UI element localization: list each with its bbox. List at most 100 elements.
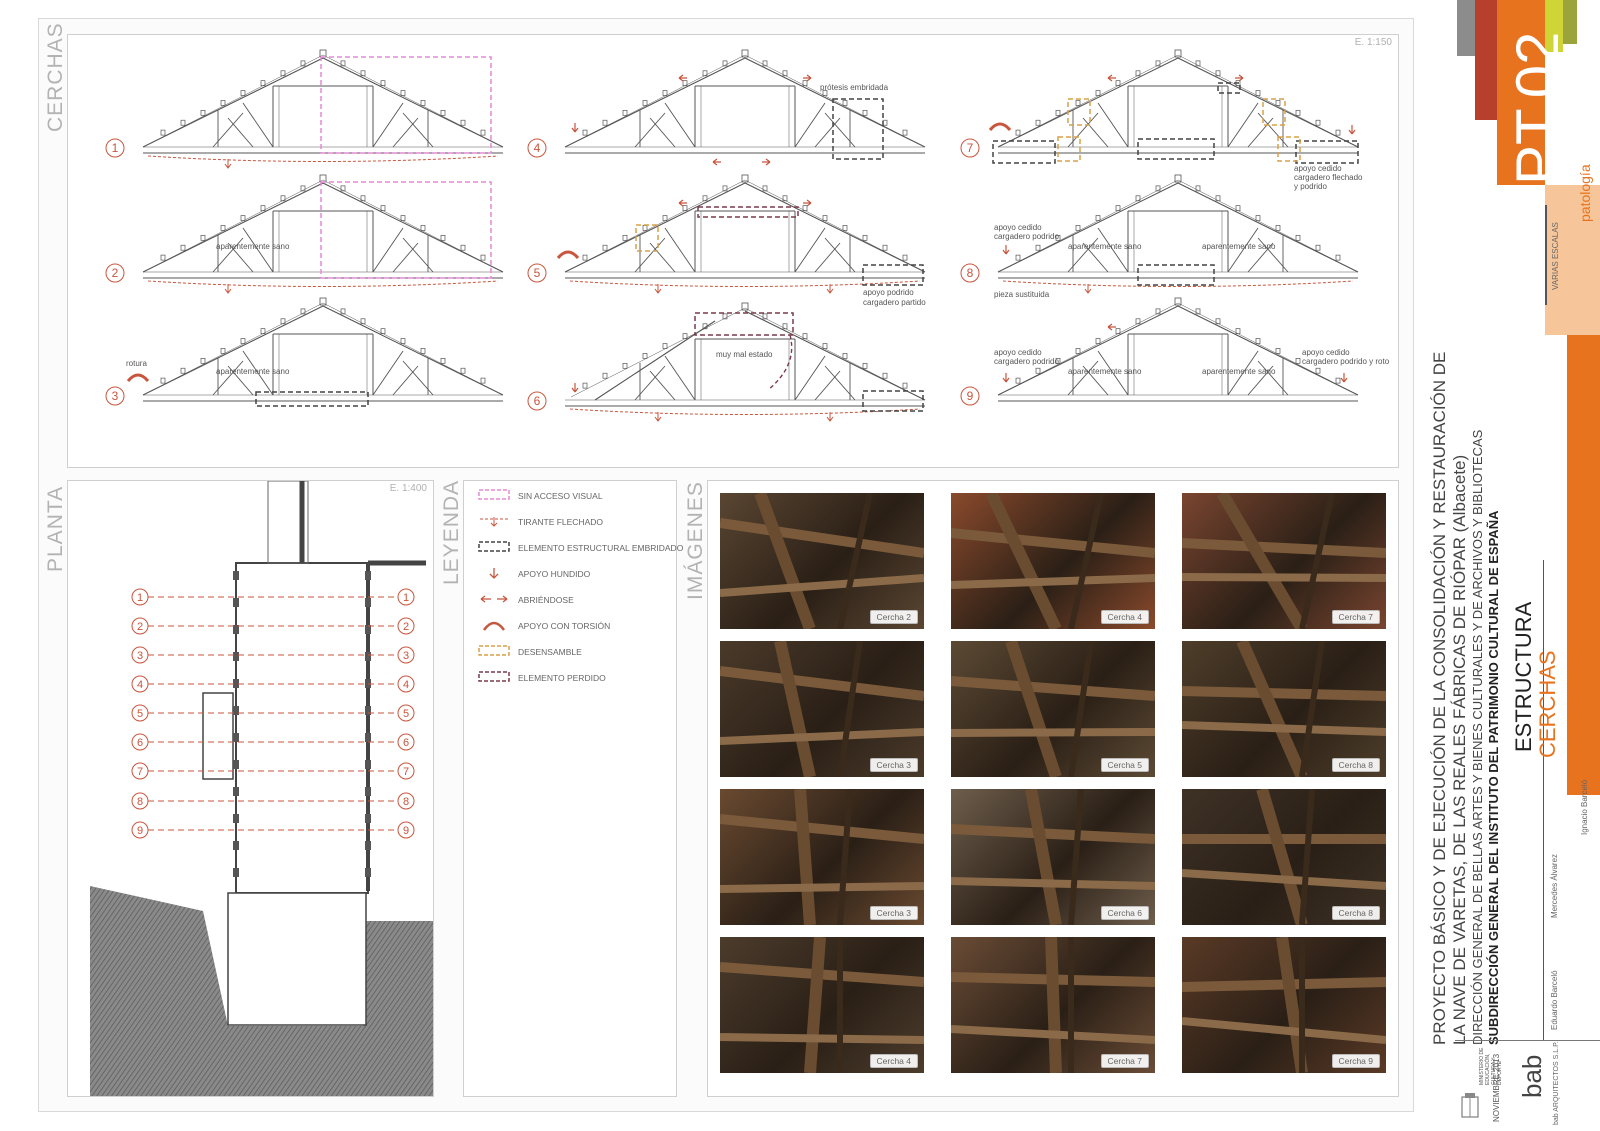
truss-1: 1 xyxy=(105,49,504,169)
truss-purlin xyxy=(622,362,628,369)
no-visual-access-2 xyxy=(320,181,492,279)
legend-symbol-icon xyxy=(478,515,510,529)
truss-brace xyxy=(649,370,676,401)
axis-number-right: 1 xyxy=(403,592,409,604)
truss-purlin xyxy=(782,70,788,77)
legend-symbol-icon xyxy=(478,619,510,633)
open-arrow-5b xyxy=(803,199,812,207)
truss-rafter-right-top xyxy=(744,179,920,270)
truss-purlin xyxy=(440,234,446,241)
truss-purlin xyxy=(662,343,668,349)
floor-plan: 1 1 2 2 3 3 4 4 5 5 6 6 7 7 8 8 9 9 xyxy=(90,481,433,1096)
cerchas-section-label: CERCHAS xyxy=(44,22,67,132)
axis-number-right: 4 xyxy=(403,679,409,691)
open-arrow-4a xyxy=(678,74,687,82)
truss-sagging-tie xyxy=(147,155,499,162)
estructura-rule xyxy=(1543,560,1544,1040)
truss-purlin xyxy=(400,215,406,221)
truss-purlin xyxy=(460,367,466,374)
timber-beams-image xyxy=(720,493,924,629)
photo-caption: Cercha 8 xyxy=(1331,758,1380,772)
truss-purlin xyxy=(240,215,246,221)
color-stripe-orange-low xyxy=(1567,335,1600,795)
legend-label: ELEMENTO PERDIDO xyxy=(518,673,606,683)
axis-number-right: 8 xyxy=(403,796,409,808)
author-1: Eduardo Barceló xyxy=(1550,970,1559,1030)
photo-6: Cercha 8 xyxy=(1182,641,1386,777)
truss-purlin xyxy=(1295,357,1301,364)
truss-purlin xyxy=(220,225,226,231)
truss-purlin xyxy=(460,244,466,251)
truss-purlin xyxy=(1335,129,1341,136)
pillar xyxy=(233,733,239,742)
axis-number-right: 7 xyxy=(403,766,409,778)
author-2: Mercedes Álvarez xyxy=(1550,853,1559,918)
legend-label: SIN ACCESO VISUAL xyxy=(518,491,603,501)
photo-caption: Cercha 4 xyxy=(869,1054,918,1068)
truss-purlin xyxy=(622,234,628,241)
annotation-apoyo-cedido-8: apoyo cedido xyxy=(994,223,1042,232)
photo-9: Cercha 8 xyxy=(1182,789,1386,925)
project-title-line2: LA NAVE DE VARETAS, DE LAS REALES FÁBRIC… xyxy=(1450,454,1469,1045)
legend-label: ABRIÉNDOSE xyxy=(518,595,574,605)
legend-label: TIRANTE FLECHADO xyxy=(518,517,604,527)
truss-rafter-right-top xyxy=(322,302,498,393)
truss-purlin xyxy=(160,129,166,136)
truss-purlin xyxy=(1135,70,1141,77)
axis-number-left: 7 xyxy=(137,766,143,778)
photo-10: Cercha 4 xyxy=(720,937,924,1073)
truss-purlin xyxy=(1075,348,1081,354)
truss-rafter-left-top xyxy=(570,179,746,270)
truss-rafter-left xyxy=(142,305,324,396)
torsion-icon-7 xyxy=(988,122,1012,132)
annotation-cargadero-podrido-roto: cargadero podrido y roto xyxy=(1302,357,1390,366)
pillar xyxy=(365,868,371,877)
truss-rafter-left xyxy=(142,57,324,148)
truss-brace xyxy=(649,242,676,273)
open-arrow-4d xyxy=(762,158,771,166)
truss-purlin xyxy=(160,377,166,384)
truss-purlin xyxy=(902,254,908,261)
truss-purlin xyxy=(240,338,246,344)
truss-purlin xyxy=(180,119,186,126)
legend-symbol-icon xyxy=(478,671,510,685)
annotation-apoyo-cedido-9a: apoyo cedido xyxy=(994,348,1042,357)
annotation-cargadero-podrido-9: cargadero podrido xyxy=(994,357,1059,366)
title-block: PT.02 patología VARIAS ESCALAS PROYECTO … xyxy=(1430,0,1600,1131)
embridado-4 xyxy=(832,98,884,160)
truss-purlin xyxy=(862,234,868,241)
axis-number-right: 6 xyxy=(403,737,409,749)
truss-purlin xyxy=(280,195,286,202)
pillar xyxy=(365,733,371,742)
truss-rafter-left-top xyxy=(570,54,746,145)
truss-purlin xyxy=(440,357,446,364)
legend-symbol-icon xyxy=(478,541,510,555)
truss-purlin xyxy=(200,234,206,241)
legend-label: ELEMENTO ESTRUCTURAL EMBRIDADO xyxy=(518,543,684,553)
truss-purlin xyxy=(1275,225,1281,231)
truss-purlin xyxy=(200,357,206,364)
patologia-label: patología xyxy=(1577,164,1593,222)
photo-7: Cercha 3 xyxy=(720,789,924,925)
truss-purlin xyxy=(822,343,828,349)
axis-number-left: 8 xyxy=(137,796,143,808)
photo-8: Cercha 6 xyxy=(951,789,1155,925)
axis-number-right: 5 xyxy=(403,708,409,720)
embridado-7c xyxy=(1295,140,1359,164)
truss-sagging-tie xyxy=(147,280,499,287)
open-arrow-7a xyxy=(1107,74,1116,82)
truss-rafter-right xyxy=(322,182,504,273)
truss-purlin xyxy=(1035,119,1041,126)
truss-rafter-left xyxy=(142,182,324,273)
side-annex xyxy=(202,692,234,780)
truss-purlin xyxy=(882,372,888,379)
pillar xyxy=(365,760,371,769)
truss-purlin xyxy=(1075,100,1081,106)
legend-item: ABRIÉNDOSE xyxy=(478,593,574,607)
truss-purlin xyxy=(702,70,708,77)
photo-caption: Cercha 5 xyxy=(1100,758,1149,772)
photo-1: Cercha 2 xyxy=(720,493,924,629)
annotation-rotura: rotura xyxy=(126,359,147,368)
annotation-sano-9b: aparentemente sano xyxy=(1202,367,1276,376)
legend-item: SIN ACCESO VISUAL xyxy=(478,489,603,503)
